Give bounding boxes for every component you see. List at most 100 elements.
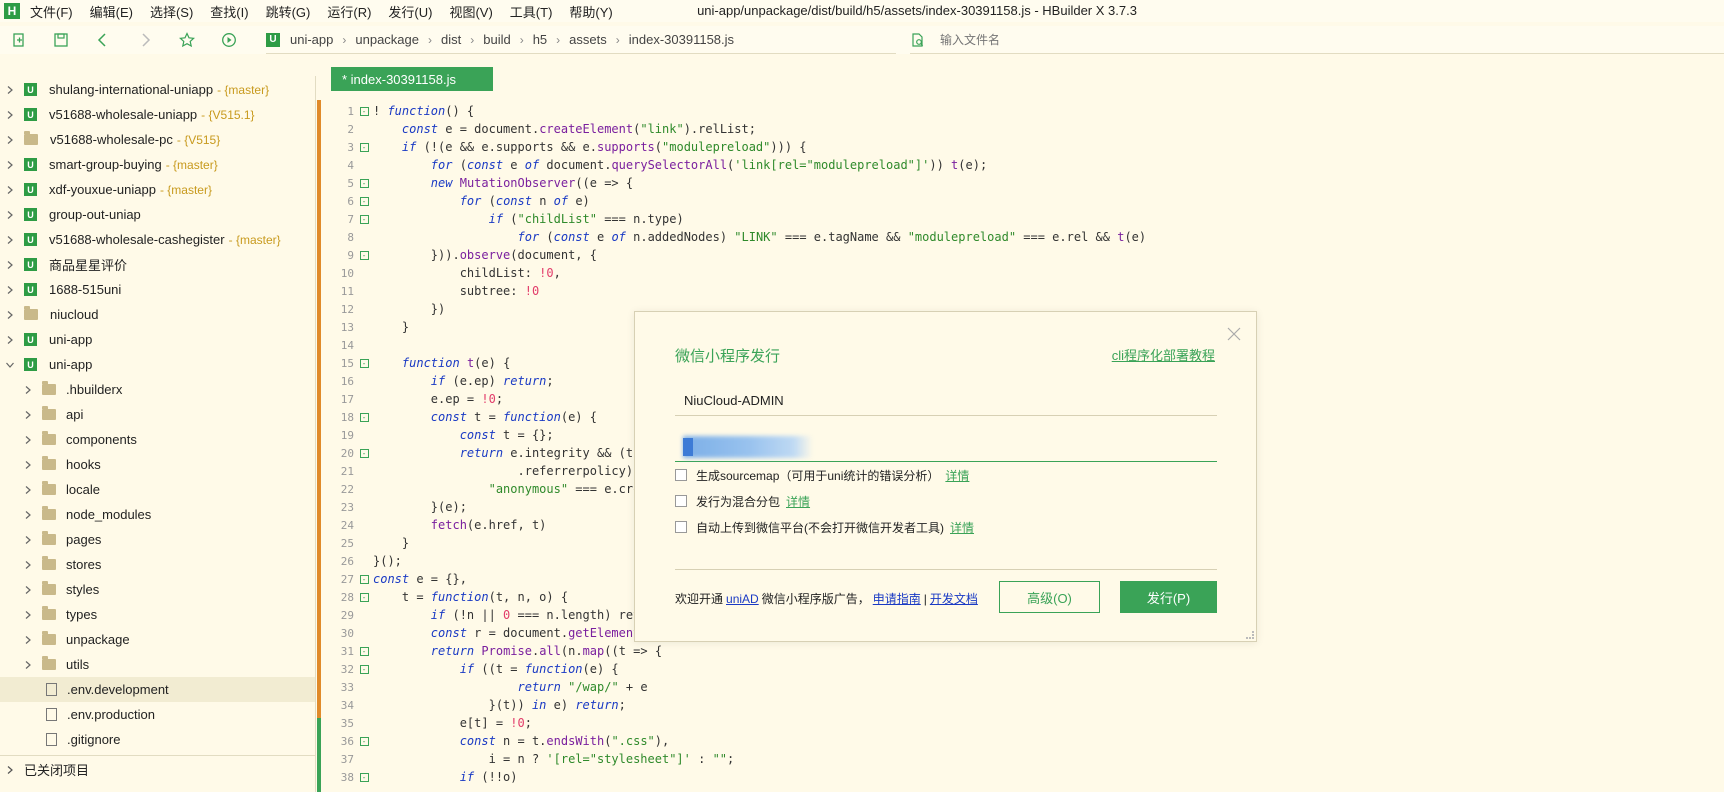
tree-folder-item[interactable]: api: [0, 402, 315, 427]
tree-project-item[interactable]: niucloud: [0, 302, 315, 327]
code-line[interactable]: 32- if ((t = function(e) {: [323, 660, 1723, 678]
apply-guide-link[interactable]: 申请指南: [873, 590, 921, 607]
fold-toggle-icon[interactable]: -: [358, 736, 370, 746]
breadcrumb-item[interactable]: dist: [441, 32, 461, 47]
menu-item-0[interactable]: 文件(F): [30, 2, 73, 21]
chevron-right-icon[interactable]: [4, 159, 16, 171]
code-line[interactable]: 10 childList: !0,: [323, 264, 1723, 282]
code-line[interactable]: 36- const n = t.endsWith(".css"),: [323, 732, 1723, 750]
fold-toggle-icon[interactable]: -: [358, 196, 370, 206]
menu-item-6[interactable]: 发行(U): [388, 2, 432, 21]
chevron-down-icon[interactable]: [4, 359, 16, 371]
fold-toggle-icon[interactable]: -: [358, 106, 370, 116]
chevron-right-icon[interactable]: [22, 484, 34, 496]
new-file-icon[interactable]: [10, 31, 28, 49]
back-icon[interactable]: [94, 31, 112, 49]
publish-button[interactable]: 发行(P): [1120, 581, 1217, 613]
chevron-right-icon[interactable]: [22, 559, 34, 571]
menu-item-7[interactable]: 视图(V): [449, 2, 492, 21]
fold-toggle-icon[interactable]: -: [358, 574, 370, 584]
code-line[interactable]: 11 subtree: !0: [323, 282, 1723, 300]
breadcrumb-item[interactable]: unpackage: [355, 32, 419, 47]
code-line[interactable]: 33 return "/wap/" + e: [323, 678, 1723, 696]
resize-grip-icon[interactable]: [1246, 631, 1254, 639]
chevron-right-icon[interactable]: [22, 509, 34, 521]
close-icon[interactable]: [1226, 326, 1242, 342]
menu-item-1[interactable]: 编辑(E): [90, 2, 133, 21]
tree-project-item[interactable]: Ushulang-international-uniapp - {master}: [0, 77, 315, 102]
chevron-right-icon[interactable]: [22, 584, 34, 596]
tree-folder-item[interactable]: utils: [0, 652, 315, 677]
tree-project-item[interactable]: Ugroup-out-uniap: [0, 202, 315, 227]
code-line[interactable]: 4 for (const e of document.querySelector…: [323, 156, 1723, 174]
code-line[interactable]: 3- if (!(e && e.supports && e.supports("…: [323, 138, 1723, 156]
fold-toggle-icon[interactable]: -: [358, 250, 370, 260]
app-name-field[interactable]: NiuCloud-ADMIN: [675, 386, 1217, 416]
breadcrumb-item[interactable]: assets: [569, 32, 607, 47]
tree-project-item[interactable]: Uxdf-youxue-uniapp - {master}: [0, 177, 315, 202]
fold-toggle-icon[interactable]: -: [358, 178, 370, 188]
chevron-right-icon[interactable]: [4, 284, 16, 296]
chevron-right-icon[interactable]: [22, 609, 34, 621]
code-line[interactable]: 34 }(t)) in e) return;: [323, 696, 1723, 714]
tree-folder-item[interactable]: locale: [0, 477, 315, 502]
chevron-right-icon[interactable]: [22, 409, 34, 421]
sourcemap-details-link[interactable]: 详情: [945, 467, 969, 484]
tree-folder-item[interactable]: hooks: [0, 452, 315, 477]
file-search-input[interactable]: [940, 32, 1240, 47]
breadcrumb-item[interactable]: uni-app: [290, 32, 333, 47]
chevron-right-icon[interactable]: [4, 84, 16, 96]
chevron-right-icon[interactable]: [4, 234, 16, 246]
menu-item-5[interactable]: 运行(R): [327, 2, 371, 21]
chevron-right-icon[interactable]: [4, 184, 16, 196]
mixed-subpackage-details-link[interactable]: 详情: [786, 493, 810, 510]
breadcrumb-item[interactable]: index-30391158.js: [629, 32, 734, 47]
sourcemap-option[interactable]: 生成sourcemap（可用于uni统计的错误分析） 详情: [675, 466, 969, 484]
chevron-right-icon[interactable]: [4, 134, 16, 146]
fold-toggle-icon[interactable]: -: [358, 214, 370, 224]
code-line[interactable]: 7- if ("childList" === n.type): [323, 210, 1723, 228]
tree-project-item[interactable]: U 1688-515uni: [0, 277, 315, 302]
auto-upload-details-link[interactable]: 详情: [950, 519, 974, 536]
fold-toggle-icon[interactable]: -: [358, 646, 370, 656]
tree-folder-item[interactable]: components: [0, 427, 315, 452]
cli-tutorial-link[interactable]: cli程序化部署教程: [1112, 345, 1215, 364]
fold-toggle-icon[interactable]: -: [358, 448, 370, 458]
chevron-right-icon[interactable]: [22, 434, 34, 446]
auto-upload-checkbox[interactable]: [675, 521, 687, 533]
tree-folder-item[interactable]: pages: [0, 527, 315, 552]
tree-folder-item[interactable]: styles: [0, 577, 315, 602]
code-line[interactable]: 2 const e = document.createElement("link…: [323, 120, 1723, 138]
menu-item-4[interactable]: 跳转(G): [266, 2, 311, 21]
tree-folder-item[interactable]: stores: [0, 552, 315, 577]
tree-project-item[interactable]: Uuni-app: [0, 352, 315, 377]
closed-projects-section[interactable]: 已关闭项目: [0, 755, 316, 783]
fold-toggle-icon[interactable]: -: [358, 664, 370, 674]
chevron-right-icon[interactable]: [4, 309, 16, 321]
mixed-subpackage-checkbox[interactable]: [675, 495, 687, 507]
forward-icon[interactable]: [136, 31, 154, 49]
chevron-right-icon[interactable]: [4, 259, 16, 271]
code-line[interactable]: 8 for (const e of n.addedNodes) "LINK" =…: [323, 228, 1723, 246]
code-line[interactable]: 37 i = n ? '[rel="stylesheet"]' : "";: [323, 750, 1723, 768]
menu-item-8[interactable]: 工具(T): [510, 2, 553, 21]
menu-item-2[interactable]: 选择(S): [150, 2, 193, 21]
tree-project-item[interactable]: Uuni-app: [0, 327, 315, 352]
appid-field[interactable]: [675, 430, 1217, 462]
fold-toggle-icon[interactable]: -: [358, 358, 370, 368]
code-line[interactable]: 6- for (const n of e): [323, 192, 1723, 210]
chevron-right-icon[interactable]: [4, 209, 16, 221]
tree-project-item[interactable]: Uv51688-wholesale-uniapp - {V515.1}: [0, 102, 315, 127]
breadcrumb-item[interactable]: h5: [533, 32, 547, 47]
auto-upload-option[interactable]: 自动上传到微信平台(不会打开微信开发者工具) 详情: [675, 518, 974, 536]
code-line[interactable]: 35 e[t] = !0;: [323, 714, 1723, 732]
code-line[interactable]: 31- return Promise.all(n.map((t => {: [323, 642, 1723, 660]
tree-file-item[interactable]: .env.production: [0, 702, 315, 727]
code-line[interactable]: 9- })).observe(document, {: [323, 246, 1723, 264]
chevron-right-icon[interactable]: [4, 109, 16, 121]
run-icon[interactable]: [220, 31, 238, 49]
tree-folder-item[interactable]: node_modules: [0, 502, 315, 527]
fold-toggle-icon[interactable]: -: [358, 142, 370, 152]
uniad-link[interactable]: uniAD: [726, 592, 759, 606]
chevron-right-icon[interactable]: [22, 459, 34, 471]
